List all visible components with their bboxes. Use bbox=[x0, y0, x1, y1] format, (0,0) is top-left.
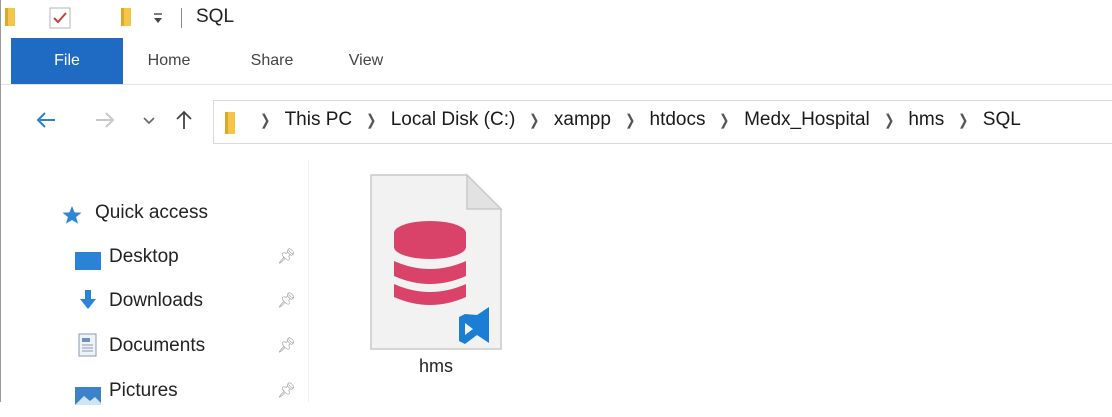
title-bar: SQL bbox=[1, 0, 1112, 38]
pin-icon[interactable]: 📌︎ bbox=[277, 291, 296, 309]
new-folder-icon[interactable] bbox=[119, 6, 133, 33]
address-bar[interactable]: ❯ This PC ❯ Local Disk (C:) ❯ xampp ❯ htdocs ❯ Me… bbox=[213, 100, 1112, 144]
recent-locations-chevron-icon[interactable] bbox=[141, 108, 157, 137]
window-title: SQL bbox=[196, 6, 235, 27]
tab-home[interactable]: Home bbox=[136, 38, 202, 84]
ribbon-tabs: File Home Share View bbox=[1, 38, 1112, 85]
breadcrumb-chevron-icon[interactable]: ❯ bbox=[720, 111, 730, 129]
documents-icon bbox=[77, 333, 99, 369]
location-folder-icon bbox=[224, 111, 236, 140]
breadcrumb: ❯ This PC ❯ Local Disk (C:) ❯ xampp ❯ htdocs ❯ Me… bbox=[259, 109, 1021, 131]
file-name: hms bbox=[418, 356, 453, 376]
breadcrumb-chevron-icon[interactable]: ❯ bbox=[625, 111, 635, 129]
breadcrumb-chevron-icon[interactable]: ❯ bbox=[366, 111, 376, 129]
breadcrumb-hms[interactable]: hms bbox=[908, 109, 944, 130]
pin-icon[interactable]: 📌︎ bbox=[277, 381, 296, 399]
breadcrumb-medx-hospital[interactable]: Medx_Hospital bbox=[744, 109, 870, 130]
explorer-window: SQL File Home Share View ❯ This PC ❯ Local … bbox=[0, 0, 1112, 405]
breadcrumb-htdocs[interactable]: htdocs bbox=[650, 109, 706, 130]
tab-share[interactable]: Share bbox=[237, 38, 307, 84]
desktop-icon bbox=[75, 248, 101, 282]
star-icon bbox=[61, 203, 83, 237]
breadcrumb-xampp[interactable]: xampp bbox=[554, 109, 611, 130]
title-separator bbox=[181, 8, 182, 28]
breadcrumb-this-pc[interactable]: This PC bbox=[285, 109, 353, 130]
sidebar-item-label: Downloads bbox=[109, 290, 203, 311]
customize-toolbar-dropdown-icon[interactable] bbox=[151, 6, 165, 33]
breadcrumb-chevron-icon[interactable]: ❯ bbox=[884, 111, 894, 129]
tab-file[interactable]: File bbox=[11, 38, 123, 84]
sidebar-item-label: Quick access bbox=[95, 202, 208, 223]
pin-icon[interactable]: 📌︎ bbox=[277, 336, 296, 354]
properties-checkbox-icon[interactable] bbox=[49, 7, 71, 34]
breadcrumb-chevron-icon[interactable]: ❯ bbox=[958, 111, 968, 129]
sidebar-item-label: Pictures bbox=[109, 380, 178, 401]
sidebar-item-label: Desktop bbox=[109, 246, 179, 267]
pictures-icon bbox=[75, 383, 101, 417]
up-arrow-icon[interactable] bbox=[173, 108, 195, 137]
navigation-pane: Quick access Desktop 📌︎ Downloads 📌︎ Doc… bbox=[1, 160, 309, 405]
breadcrumb-sql[interactable]: SQL bbox=[983, 109, 1021, 130]
folder-icon[interactable] bbox=[3, 6, 17, 33]
tab-view[interactable]: View bbox=[335, 38, 397, 84]
sql-database-file-icon bbox=[369, 173, 503, 356]
pin-icon[interactable]: 📌︎ bbox=[277, 247, 296, 265]
forward-arrow-icon[interactable] bbox=[93, 108, 117, 137]
back-arrow-icon[interactable] bbox=[34, 108, 58, 137]
breadcrumb-local-disk[interactable]: Local Disk (C:) bbox=[391, 109, 516, 130]
breadcrumb-chevron-icon[interactable]: ❯ bbox=[530, 111, 540, 129]
file-item[interactable]: hms bbox=[369, 173, 503, 388]
navigation-bar: ❯ This PC ❯ Local Disk (C:) ❯ xampp ❯ htdocs ❯ Me… bbox=[1, 84, 1112, 160]
download-icon bbox=[79, 289, 97, 323]
breadcrumb-chevron-icon[interactable]: ❯ bbox=[260, 111, 270, 129]
sidebar-item-label: Documents bbox=[109, 335, 206, 356]
